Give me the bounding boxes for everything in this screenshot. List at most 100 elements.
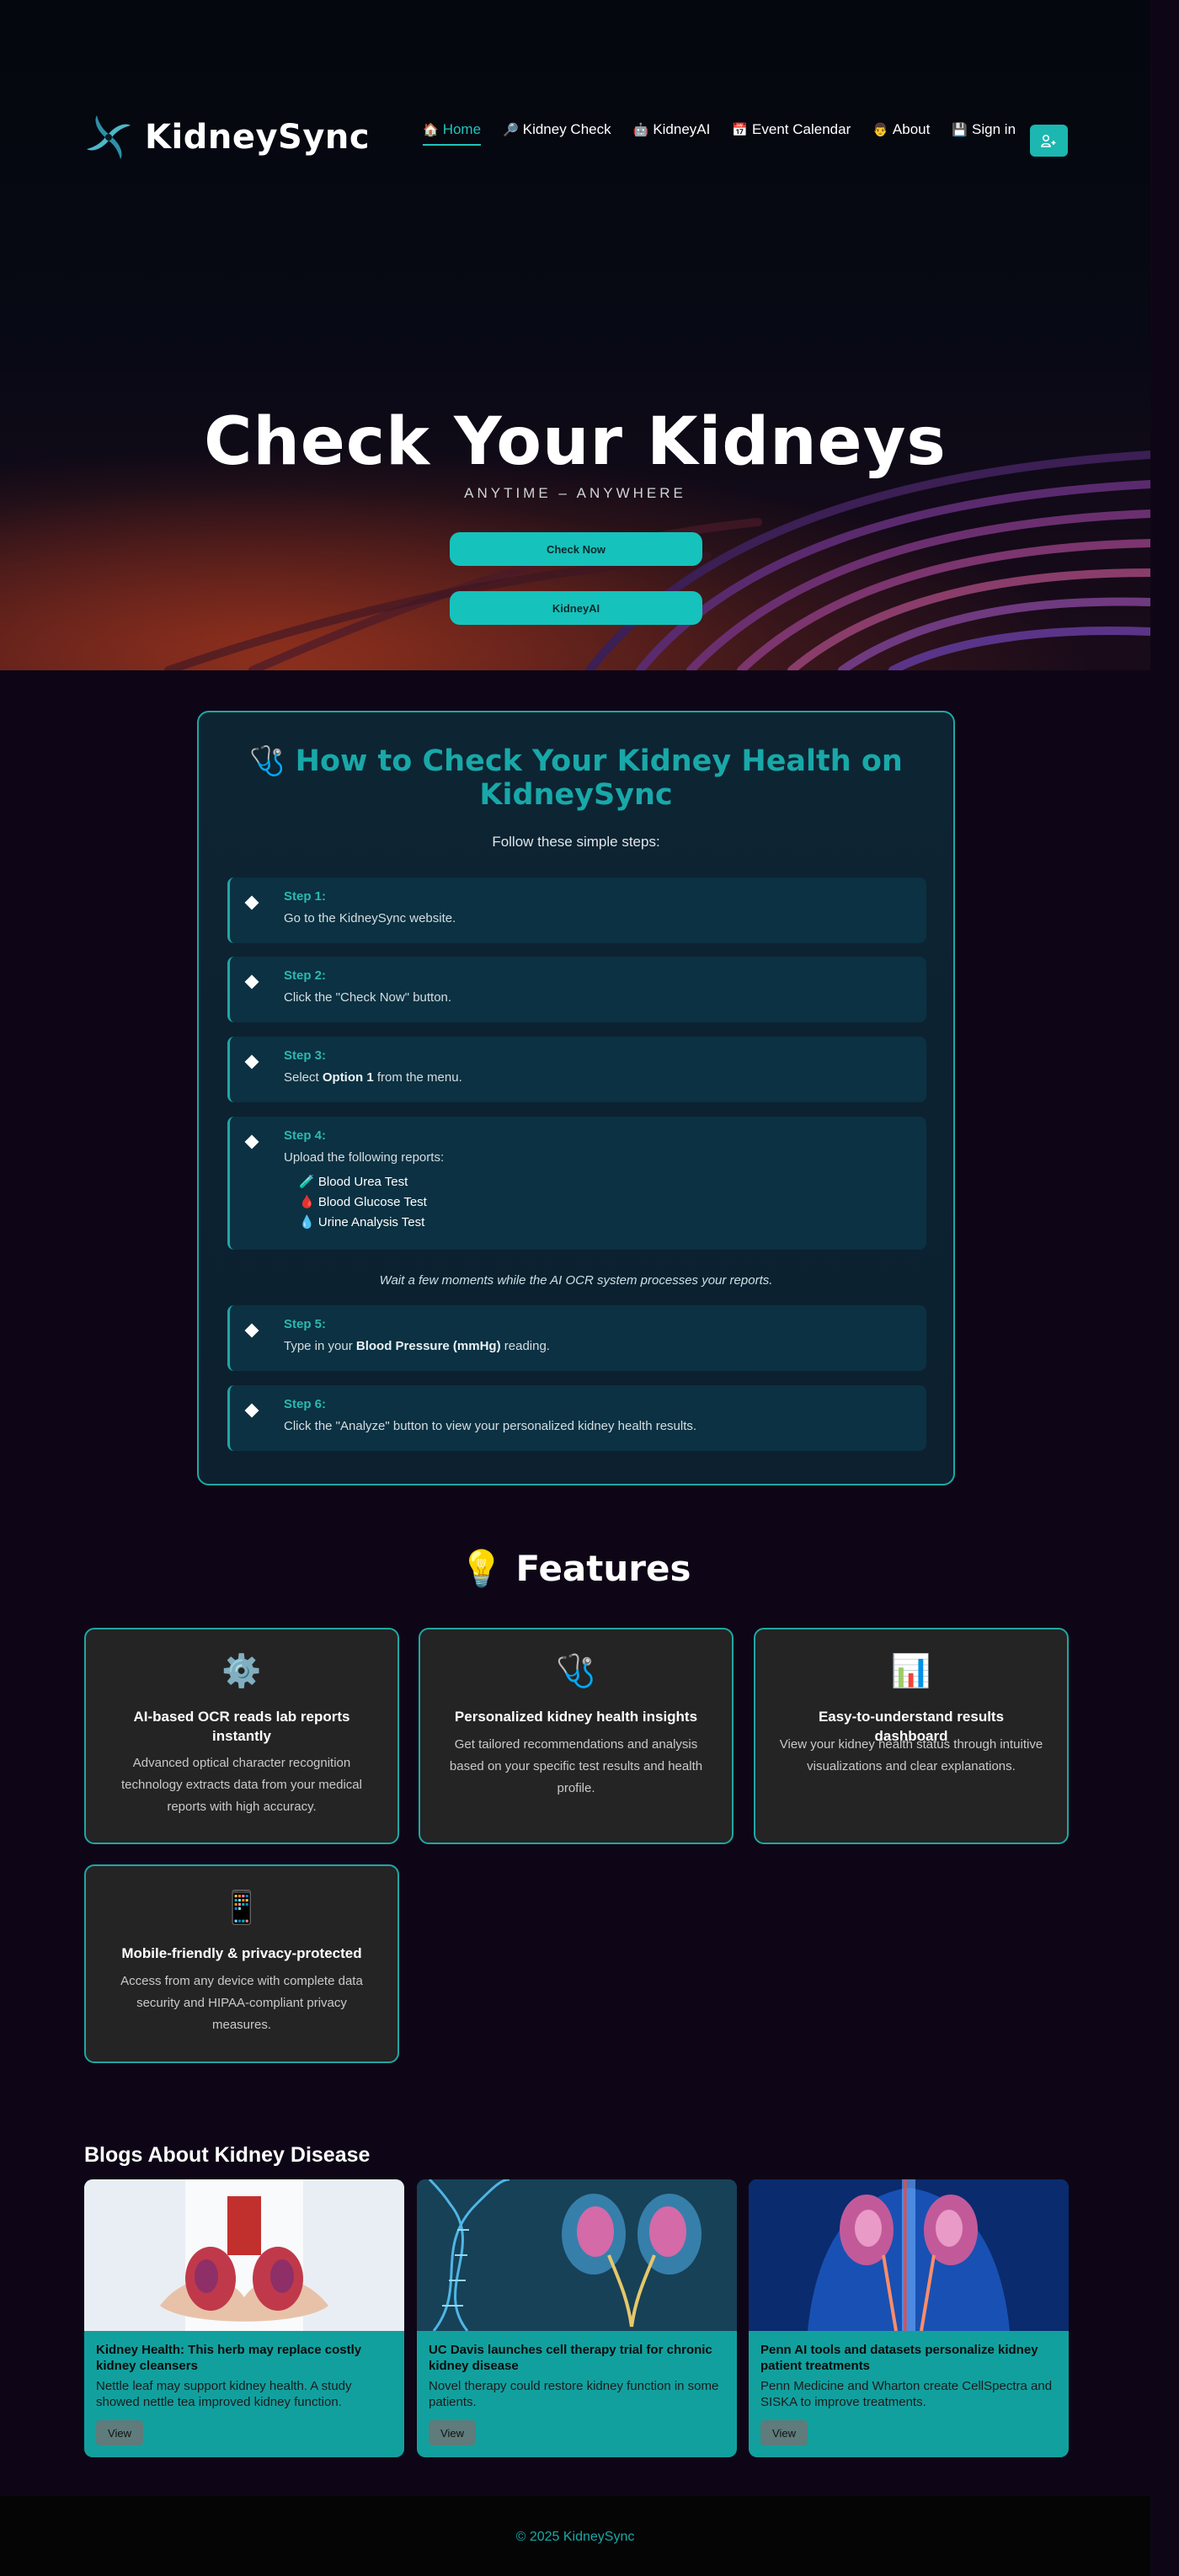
features-title: 💡 Features: [0, 1548, 1150, 1590]
feature-desc: View your kidney health status through i…: [779, 1737, 1043, 1773]
hero-background-art: [0, 354, 1150, 670]
step-text: Type in your Blood Pressure (mmHg) readi…: [284, 1339, 550, 1353]
blog-card[interactable]: UC Davis launches cell therapy trial for…: [417, 2179, 737, 2457]
floppy-disk-icon: 💾: [952, 123, 968, 137]
nav-kidney-check[interactable]: 🔎 Kidney Check: [503, 121, 611, 146]
feature-card: 🩺 Personalized kidney health insights Ge…: [419, 1628, 734, 1844]
step-item: Step 6: Click the "Analyze" button to vi…: [227, 1385, 926, 1451]
howto-title-text: How to Check Your Kidney Health on Kidne…: [295, 744, 903, 812]
person-icon: 👨: [872, 123, 888, 137]
features-title-text: Features: [515, 1548, 691, 1589]
step-text: Upload the following reports:: [284, 1150, 445, 1165]
test-tube-icon: 🧪: [299, 1175, 315, 1189]
blood-drop-icon: 🩸: [299, 1195, 315, 1209]
step-label: Step 6:: [284, 1397, 327, 1411]
nav-event-calendar-label: Event Calendar: [752, 121, 851, 137]
howto-title: 🩺 How to Check Your Kidney Health on Kid…: [199, 744, 953, 812]
water-drop-icon: 💧: [299, 1215, 315, 1229]
blog-desc: Nettle leaf may support kidney health. A…: [96, 2379, 352, 2409]
step-text: Click the "Check Now" button.: [284, 990, 452, 1005]
step-item: Step 3: Select Option 1 from the menu.: [227, 1037, 926, 1102]
step-text: Select Option 1 from the menu.: [284, 1070, 462, 1085]
footer-copyright: © 2025 KidneySync: [515, 2530, 635, 2544]
lightbulb-icon: 💡: [459, 1548, 504, 1589]
step-label: Step 3:: [284, 1048, 327, 1063]
step-item: Step 5: Type in your Blood Pressure (mmH…: [227, 1305, 926, 1371]
step-label: Step 5:: [284, 1317, 327, 1331]
hero-section: KidneySync 🏠 Home 🔎 Kidney Check 🤖 KidneyAI…: [0, 0, 1150, 670]
processing-note: Wait a few moments while the AI OCR syst…: [379, 1273, 773, 1288]
feature-card: 📱 Mobile-friendly & privacy-protected Ac…: [84, 1864, 399, 2063]
report-item: 🧪 Blood Urea Test: [299, 1175, 408, 1189]
blog-desc: Novel therapy could restore kidney funct…: [429, 2379, 719, 2409]
diamond-bullet-icon: [244, 974, 259, 989]
blog-card[interactable]: Penn AI tools and datasets personalize k…: [749, 2179, 1069, 2457]
feature-card: ⚙️ AI-based OCR reads lab reports instan…: [84, 1628, 399, 1844]
nav-sign-in-label: Sign in: [972, 121, 1016, 137]
report-item: 🩸 Blood Glucose Test: [299, 1195, 427, 1209]
nav-home[interactable]: 🏠 Home: [423, 121, 482, 146]
howto-subtitle: Follow these simple steps:: [492, 834, 660, 850]
stethoscope-icon: 🩺: [249, 744, 285, 778]
feature-card: 📊 Easy-to-understand results dashboard V…: [754, 1628, 1069, 1844]
check-now-button[interactable]: Check Now: [450, 532, 702, 566]
nav-home-label: Home: [442, 121, 482, 137]
step-label: Step 1:: [284, 889, 327, 904]
step-text: Click the "Analyze" button to view your …: [284, 1419, 697, 1433]
step-label: Step 4:: [284, 1128, 327, 1143]
diamond-bullet-icon: [244, 1054, 259, 1069]
blog-title: Kidney Health: This herb may replace cos…: [96, 2343, 362, 2373]
blog-card[interactable]: Kidney Health: This herb may replace cos…: [84, 2179, 404, 2457]
user-add-button[interactable]: [1030, 125, 1068, 157]
home-icon: 🏠: [423, 123, 439, 137]
blog-title: Penn AI tools and datasets personalize k…: [760, 2343, 1038, 2373]
page-scrollbar[interactable]: [1150, 0, 1179, 2576]
step-text: Go to the KidneySync website.: [284, 911, 456, 925]
magnifier-icon: 🔎: [503, 123, 519, 137]
step-item: Step 1: Go to the KidneySync website.: [227, 877, 926, 943]
nav-kidneyai-label: KidneyAI: [653, 121, 711, 137]
blog-image-hands-kidneys: [84, 2179, 404, 2331]
blogs-title: Blogs About Kidney Disease: [84, 2143, 371, 2167]
feature-title: Mobile-friendly & privacy-protected: [121, 1945, 362, 1961]
nav-event-calendar[interactable]: 📅 Event Calendar: [732, 121, 851, 146]
feature-title: Personalized kidney health insights: [454, 1709, 698, 1725]
nav-sign-in[interactable]: 💾 Sign in: [952, 121, 1016, 146]
blog-view-button[interactable]: View: [96, 2420, 143, 2445]
mobile-phone-icon: 📱: [221, 1891, 262, 1926]
nav-about[interactable]: 👨 About: [872, 121, 930, 146]
bar-chart-icon: 📊: [891, 1654, 931, 1689]
feature-desc: Advanced optical character recognition t…: [121, 1756, 362, 1814]
diamond-bullet-icon: [244, 1134, 259, 1149]
site-footer: © 2025 KidneySync: [0, 2496, 1150, 2576]
kidneyai-button[interactable]: KidneyAI: [450, 591, 702, 625]
blog-desc: Penn Medicine and Wharton create CellSpe…: [760, 2379, 1053, 2409]
blog-view-button[interactable]: View: [429, 2420, 476, 2445]
brand-name: KidneySync: [145, 118, 371, 157]
hero-title: Check Your Kidneys: [204, 404, 947, 480]
robot-icon: 🤖: [632, 123, 649, 137]
brand-logo[interactable]: KidneySync: [84, 113, 370, 162]
main-navbar: KidneySync 🏠 Home 🔎 Kidney Check 🤖 KidneyAI…: [84, 109, 1070, 168]
blog-image-xray-kidneys: [749, 2179, 1069, 2331]
step-item: Step 2: Click the "Check Now" button.: [227, 957, 926, 1022]
calendar-icon: 📅: [732, 123, 749, 137]
diamond-bullet-icon: [244, 1323, 259, 1338]
diamond-bullet-icon: [244, 1403, 259, 1418]
kidneysync-logo-icon: [87, 115, 131, 159]
blog-title: UC Davis launches cell therapy trial for…: [429, 2343, 712, 2373]
user-add-icon: [1040, 134, 1055, 147]
hero-subtitle: ANYTIME – ANYWHERE: [464, 485, 686, 501]
nav-about-label: About: [892, 121, 931, 137]
gear-icon: ⚙️: [221, 1654, 262, 1689]
step-item: Step 4: Upload the following reports: 🧪 …: [227, 1117, 926, 1250]
nav-links: 🏠 Home 🔎 Kidney Check 🤖 KidneyAI 📅 Event Cal…: [423, 121, 1016, 146]
step-label: Step 2:: [284, 968, 327, 983]
stethoscope-icon: 🩺: [556, 1654, 596, 1689]
howto-card: 🩺 How to Check Your Kidney Health on Kid…: [197, 711, 955, 1485]
feature-desc: Access from any device with complete dat…: [120, 1974, 363, 2032]
feature-desc: Get tailored recommendations and analysi…: [449, 1737, 703, 1795]
nav-kidneyai[interactable]: 🤖 KidneyAI: [633, 121, 711, 146]
feature-title: AI-based OCR reads lab reports instantly: [133, 1709, 350, 1744]
blog-view-button[interactable]: View: [760, 2420, 808, 2445]
